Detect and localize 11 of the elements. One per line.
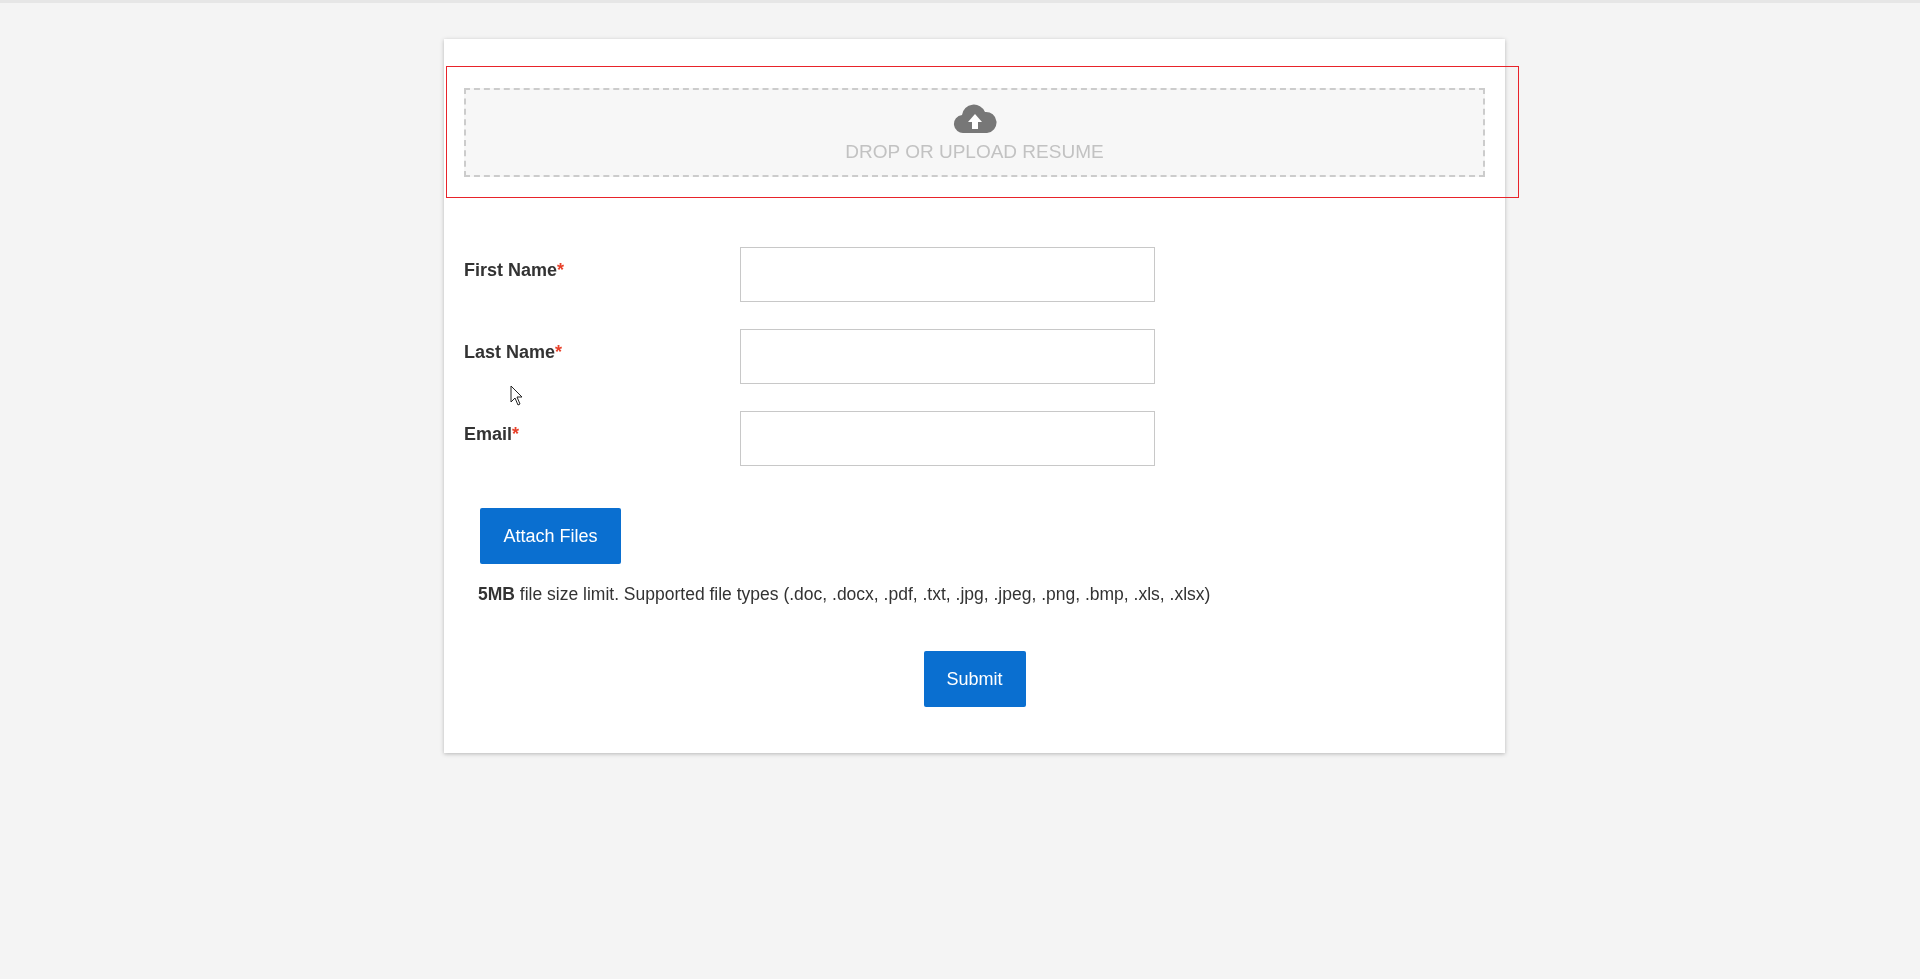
input-field[interactable]: [740, 247, 1155, 302]
input-field[interactable]: [740, 411, 1155, 466]
file-size-note: 5MB file size limit. Supported file types (.doc, .docx, .pdf, .txt, .jpg, .jpeg, .png, .bmp, .xls, .xlsx): [478, 584, 1212, 605]
field-label: Last Name*: [464, 341, 564, 363]
mouse-pointer-icon: [510, 385, 524, 407]
cloud-upload-icon: [952, 102, 997, 135]
submit-button[interactable]: Submit: [923, 651, 1026, 707]
field-label: Email*: [464, 423, 521, 445]
attach-files-button[interactable]: Attach Files: [480, 508, 621, 564]
field-label: First Name*: [464, 259, 566, 281]
input-field[interactable]: [740, 329, 1155, 384]
